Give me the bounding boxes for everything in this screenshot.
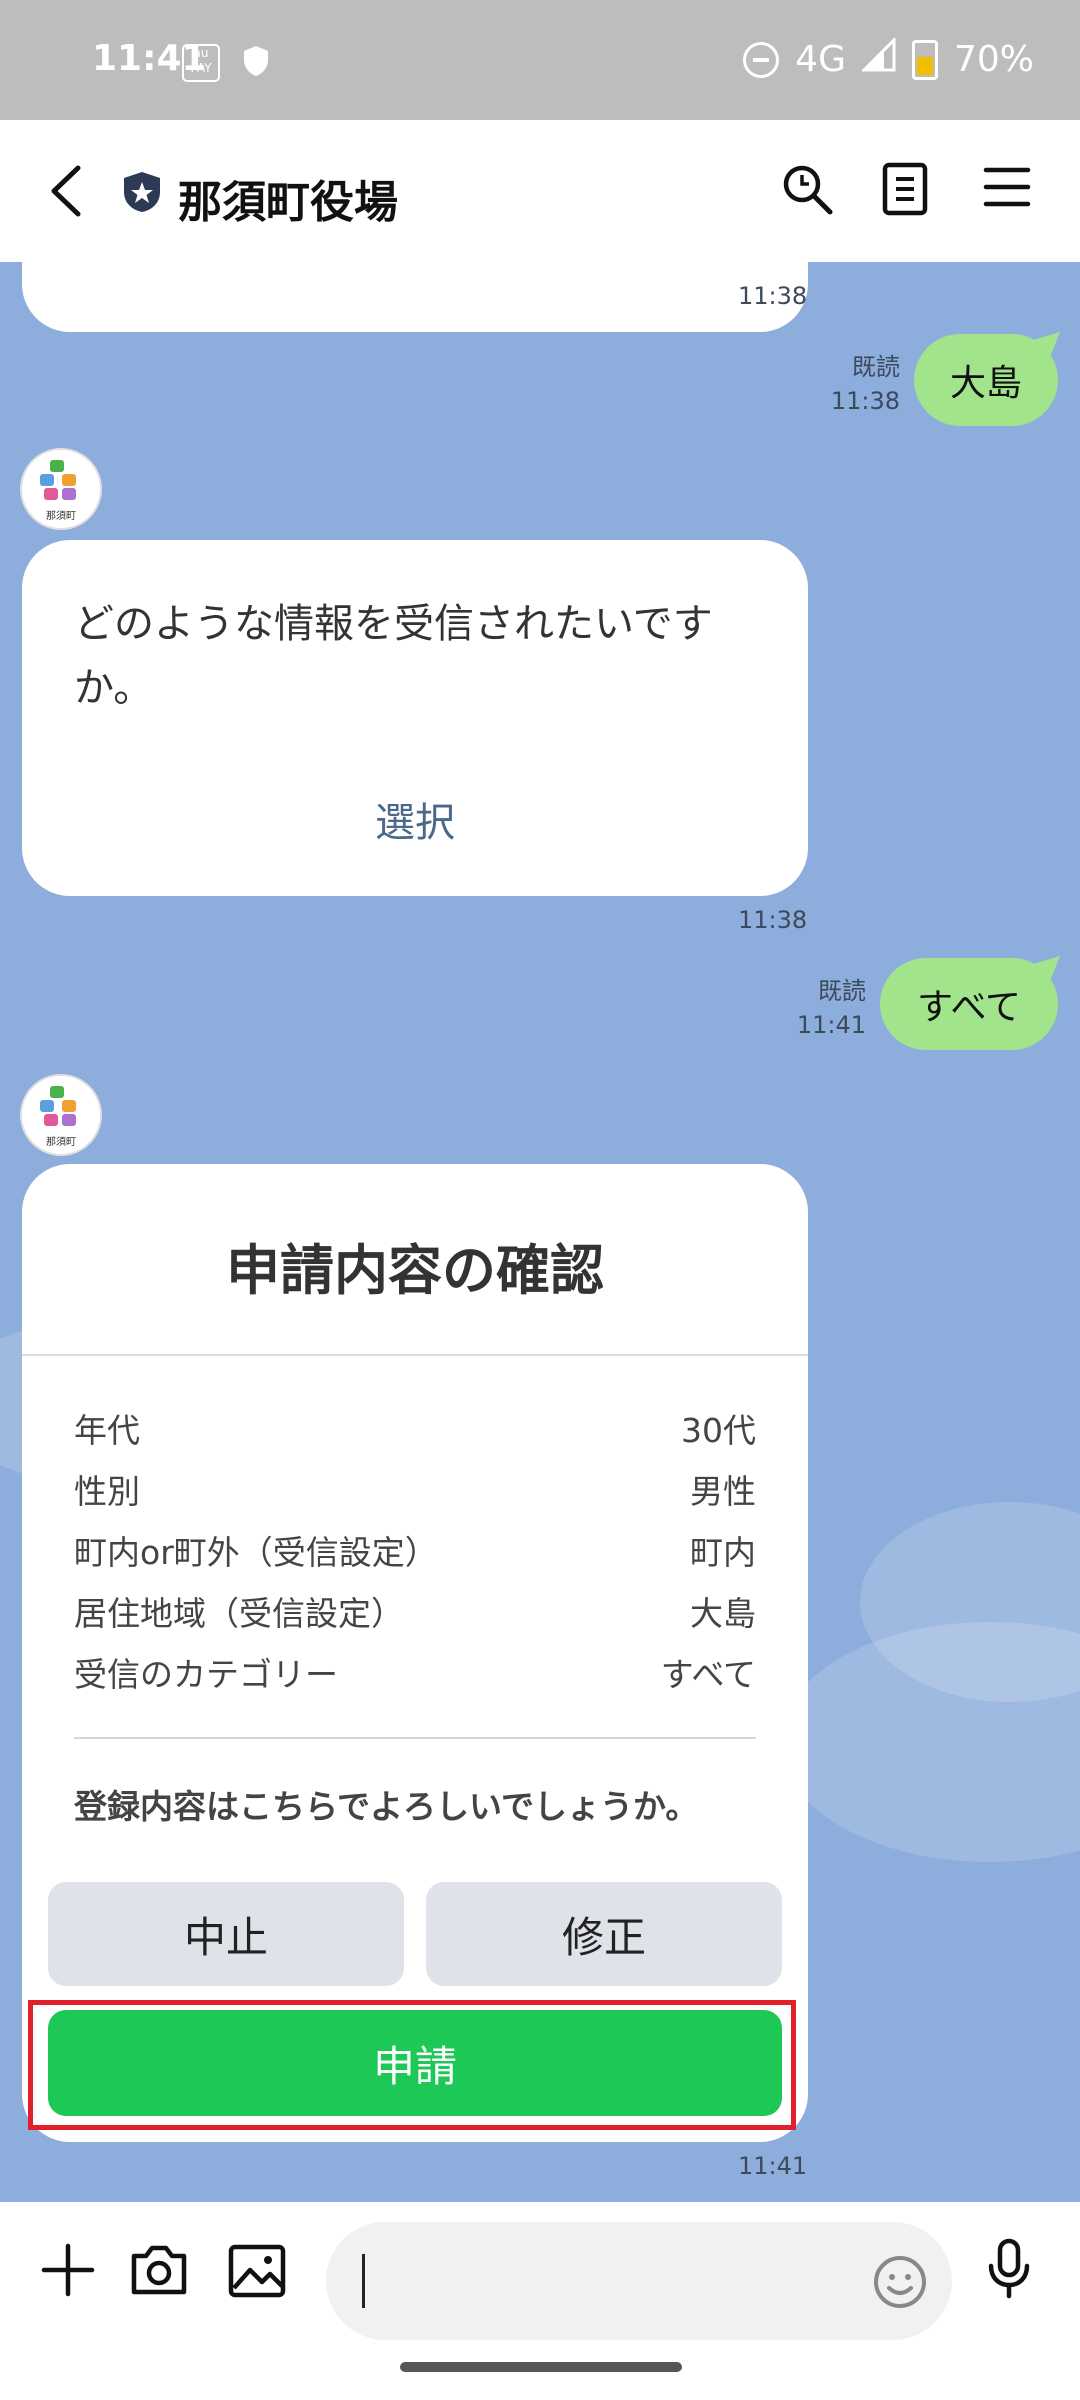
message-time: 11:38 [738, 282, 808, 310]
menu-icon[interactable] [982, 162, 1032, 216]
message-time: 11:41 [738, 2152, 808, 2180]
avatar-label: 那須町 [46, 1137, 76, 1148]
summary-row-category: 受信のカテゴリー すべて [74, 1655, 756, 1694]
image-icon[interactable] [228, 2244, 286, 2302]
select-button[interactable]: 選択 [22, 790, 808, 848]
user-message-bubble: 大島 [914, 334, 1058, 426]
edit-button[interactable]: 修正 [426, 1882, 782, 1986]
bot-question-card: どのような情報を受信されたいですか。 選択 [22, 540, 808, 896]
battery-level: 70% [953, 39, 1034, 80]
divider [22, 1354, 808, 1356]
confirm-question: 登録内容はこちらでよろしいでしょうか。 [74, 1787, 699, 1826]
chat-area[interactable]: 11:38 既読 11:38 大島 那須町 どのような情報を受信されたいですか。… [0, 262, 1080, 2202]
submit-button[interactable]: 申請 [48, 2010, 782, 2116]
summary-list: 年代 30代 性別 男性 町内or町外（受信設定） 町内 居住地域（受信設定） 大島 受… [74, 1404, 756, 1709]
notes-icon[interactable] [882, 162, 928, 220]
summary-row-age: 年代 30代 [74, 1411, 756, 1450]
user-message-bubble: すべて [880, 958, 1058, 1050]
confirmation-card: 申請内容の確認 年代 30代 性別 男性 町内or町外（受信設定） 町内 居住地域（受… [22, 1164, 808, 2142]
home-indicator[interactable] [400, 2362, 682, 2372]
microphone-icon[interactable] [986, 2238, 1032, 2304]
pay-icon: au PAY [182, 44, 220, 82]
question-text: どのような情報を受信されたいですか。 [74, 601, 713, 711]
page-title: 那須町役場 [178, 177, 398, 228]
plus-icon[interactable] [40, 2242, 96, 2302]
avatar-label: 那須町 [46, 511, 76, 522]
read-receipt: 既読 11:41 [796, 977, 866, 1039]
cancel-button[interactable]: 中止 [48, 1882, 404, 1986]
status-bar: 11:41 au PAY 4G 70% [0, 0, 1080, 120]
bot-avatar[interactable]: 那須町 [20, 1074, 102, 1156]
summary-row-area: 居住地域（受信設定） 大島 [74, 1594, 756, 1633]
previous-message-card [22, 262, 808, 332]
do-not-disturb-icon [743, 41, 780, 78]
camera-icon[interactable] [128, 2242, 190, 2302]
text-caret [362, 2254, 365, 2308]
bot-avatar[interactable]: 那須町 [20, 448, 102, 530]
summary-row-gender: 性別 男性 [74, 1472, 756, 1511]
signal-icon [860, 36, 896, 81]
read-receipt: 既読 11:38 [830, 353, 900, 415]
summary-row-location-type: 町内or町外（受信設定） 町内 [74, 1533, 756, 1572]
message-time: 11:38 [738, 906, 808, 934]
battery-icon [911, 39, 938, 80]
search-icon[interactable] [780, 162, 834, 220]
official-badge-icon [122, 170, 162, 218]
chat-header: 那須町役場 [0, 120, 1080, 262]
shield-icon [242, 44, 270, 87]
confirmation-title: 申請内容の確認 [226, 1239, 604, 1302]
emoji-icon[interactable] [872, 2254, 928, 2314]
message-input[interactable] [326, 2222, 952, 2340]
network-type: 4G [795, 39, 846, 80]
divider [74, 1737, 756, 1739]
back-arrow-icon[interactable] [48, 164, 84, 222]
